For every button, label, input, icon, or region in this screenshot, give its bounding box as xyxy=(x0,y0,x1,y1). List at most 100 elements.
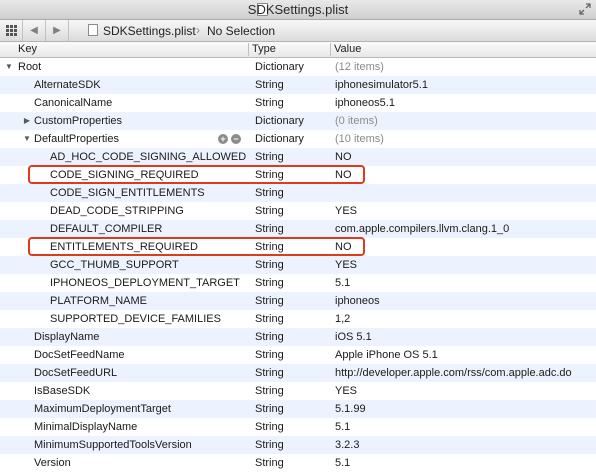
row-type[interactable]: String xyxy=(255,382,329,400)
row-value[interactable]: YES xyxy=(335,256,596,274)
row-type[interactable]: String xyxy=(255,436,329,454)
row-key[interactable]: DocSetFeedName xyxy=(34,346,246,364)
row-key[interactable]: DEFAULT_COMPILER xyxy=(50,220,246,238)
disclosure-closed-icon[interactable]: ▶ xyxy=(22,112,32,130)
row-value[interactable]: YES xyxy=(335,382,596,400)
row-type[interactable]: String xyxy=(255,328,329,346)
plist-row[interactable]: DocSetFeedURL String http://developer.appl… xyxy=(0,364,596,382)
row-key[interactable]: SUPPORTED_DEVICE_FAMILIES xyxy=(50,310,246,328)
row-type[interactable]: String xyxy=(255,238,329,256)
row-key[interactable]: AD_HOC_CODE_SIGNING_ALLOWED xyxy=(50,148,246,166)
row-type[interactable]: String xyxy=(255,184,329,202)
row-value[interactable]: 5.1 xyxy=(335,274,596,292)
row-type[interactable]: String xyxy=(255,346,329,364)
row-key[interactable]: MinimalDisplayName xyxy=(34,418,246,436)
breadcrumb-selection[interactable]: No Selection xyxy=(207,24,275,38)
row-type[interactable]: String xyxy=(255,292,329,310)
plist-row[interactable]: MaximumDeploymentTarget String 5.1.99 xyxy=(0,400,596,418)
row-key[interactable]: Version xyxy=(34,454,246,472)
row-key[interactable]: IsBaseSDK xyxy=(34,382,246,400)
row-type[interactable]: String xyxy=(255,418,329,436)
plist-row[interactable]: IPHONEOS_DEPLOYMENT_TARGET String 5.1 xyxy=(0,274,596,292)
row-value[interactable]: iphonesimulator5.1 xyxy=(335,76,596,94)
column-value-header[interactable]: Value xyxy=(330,42,361,57)
row-key[interactable]: CODE_SIGN_ENTITLEMENTS xyxy=(50,184,246,202)
fullscreen-icon[interactable] xyxy=(579,3,591,15)
related-items-button[interactable] xyxy=(0,20,23,41)
plist-row[interactable]: CODE_SIGNING_REQUIRED String NO xyxy=(0,165,596,184)
row-value[interactable]: iOS 5.1 xyxy=(335,328,596,346)
row-value[interactable]: NO xyxy=(335,238,596,256)
row-value[interactable]: 5.1 xyxy=(335,454,596,472)
row-key[interactable]: PLATFORM_NAME xyxy=(50,292,246,310)
row-type[interactable]: String xyxy=(255,400,329,418)
remove-icon[interactable]: − xyxy=(231,134,241,144)
row-value[interactable]: com.apple.compilers.llvm.clang.1_0 xyxy=(335,220,596,238)
add-icon[interactable]: + xyxy=(218,134,228,144)
row-key[interactable]: Root xyxy=(18,58,246,76)
disclosure-open-icon[interactable]: ▼ xyxy=(4,58,14,76)
forward-button[interactable]: ▶ xyxy=(46,20,69,41)
row-type[interactable]: String xyxy=(255,166,329,184)
plist-row[interactable]: Version String 5.1 xyxy=(0,454,596,472)
plist-row[interactable]: ▼ DefaultProperties + − Dictionary (10 items) xyxy=(0,130,596,148)
row-type[interactable]: String xyxy=(255,202,329,220)
row-type[interactable]: Dictionary xyxy=(255,112,329,130)
row-value[interactable]: 5.1.99 xyxy=(335,400,596,418)
plist-row[interactable]: DEFAULT_COMPILER String com.apple.compiler… xyxy=(0,220,596,238)
plist-row[interactable]: AD_HOC_CODE_SIGNING_ALLOWED String NO xyxy=(0,148,596,166)
plist-row[interactable]: SUPPORTED_DEVICE_FAMILIES String 1,2 xyxy=(0,310,596,328)
row-key[interactable]: CanonicalName xyxy=(34,94,246,112)
plist-row[interactable]: ▼ Root Dictionary (12 items) xyxy=(0,58,596,76)
row-value[interactable]: 5.1 xyxy=(335,418,596,436)
row-key[interactable]: MinimumSupportedToolsVersion xyxy=(34,436,246,454)
plist-row[interactable]: DEAD_CODE_STRIPPING String YES xyxy=(0,202,596,220)
row-value[interactable]: 3.2.3 xyxy=(335,436,596,454)
plist-row[interactable]: MinimalDisplayName String 5.1 xyxy=(0,418,596,436)
plist-row[interactable]: CanonicalName String iphoneos5.1 xyxy=(0,94,596,112)
column-key-header[interactable]: Key xyxy=(14,42,37,57)
row-key[interactable]: CODE_SIGNING_REQUIRED xyxy=(50,166,246,184)
row-key[interactable]: GCC_THUMB_SUPPORT xyxy=(50,256,246,274)
breadcrumb-file[interactable]: SDKSettings.plist xyxy=(103,24,196,38)
plist-row[interactable]: PLATFORM_NAME String iphoneos xyxy=(0,292,596,310)
row-key[interactable]: CustomProperties xyxy=(34,112,246,130)
plist-row[interactable]: CODE_SIGN_ENTITLEMENTS String xyxy=(0,184,596,202)
row-value[interactable]: YES xyxy=(335,202,596,220)
row-key[interactable]: DisplayName xyxy=(34,328,246,346)
row-value[interactable]: 1,2 xyxy=(335,310,596,328)
row-value[interactable]: NO xyxy=(335,148,596,166)
column-type-header[interactable]: Type xyxy=(248,42,276,57)
row-type[interactable]: Dictionary xyxy=(255,58,329,76)
row-type[interactable]: Dictionary xyxy=(255,130,329,148)
row-type[interactable]: String xyxy=(255,310,329,328)
plist-row[interactable]: ▶ CustomProperties Dictionary (0 items) xyxy=(0,112,596,130)
row-value[interactable]: Apple iPhone OS 5.1 xyxy=(335,346,596,364)
row-value[interactable]: iphoneos xyxy=(335,292,596,310)
row-value[interactable]: iphoneos5.1 xyxy=(335,94,596,112)
disclosure-open-icon[interactable]: ▼ xyxy=(22,130,32,148)
row-key[interactable]: AlternateSDK xyxy=(34,76,246,94)
row-key[interactable]: DefaultProperties xyxy=(34,130,246,148)
row-type[interactable]: String xyxy=(255,274,329,292)
row-key[interactable]: ENTITLEMENTS_REQUIRED xyxy=(50,238,246,256)
row-type[interactable]: String xyxy=(255,256,329,274)
row-type[interactable]: String xyxy=(255,454,329,472)
row-type[interactable]: String xyxy=(255,76,329,94)
row-type[interactable]: String xyxy=(255,220,329,238)
plist-row[interactable]: DisplayName String iOS 5.1 xyxy=(0,328,596,346)
row-key[interactable]: DocSetFeedURL xyxy=(34,364,246,382)
row-key[interactable]: IPHONEOS_DEPLOYMENT_TARGET xyxy=(50,274,246,292)
row-value[interactable]: http://developer.apple.com/rss/com.apple… xyxy=(335,364,596,382)
plist-row[interactable]: AlternateSDK String iphonesimulator5.1 xyxy=(0,76,596,94)
plist-row[interactable]: ENTITLEMENTS_REQUIRED String NO xyxy=(0,237,596,256)
row-type[interactable]: String xyxy=(255,94,329,112)
row-key[interactable]: DEAD_CODE_STRIPPING xyxy=(50,202,246,220)
plist-row[interactable]: MinimumSupportedToolsVersion String 3.2.3 xyxy=(0,436,596,454)
row-value[interactable] xyxy=(335,184,596,202)
plist-row[interactable]: GCC_THUMB_SUPPORT String YES xyxy=(0,256,596,274)
back-button[interactable]: ◀ xyxy=(23,20,46,41)
row-type[interactable]: String xyxy=(255,148,329,166)
row-type[interactable]: String xyxy=(255,364,329,382)
row-key[interactable]: MaximumDeploymentTarget xyxy=(34,400,246,418)
